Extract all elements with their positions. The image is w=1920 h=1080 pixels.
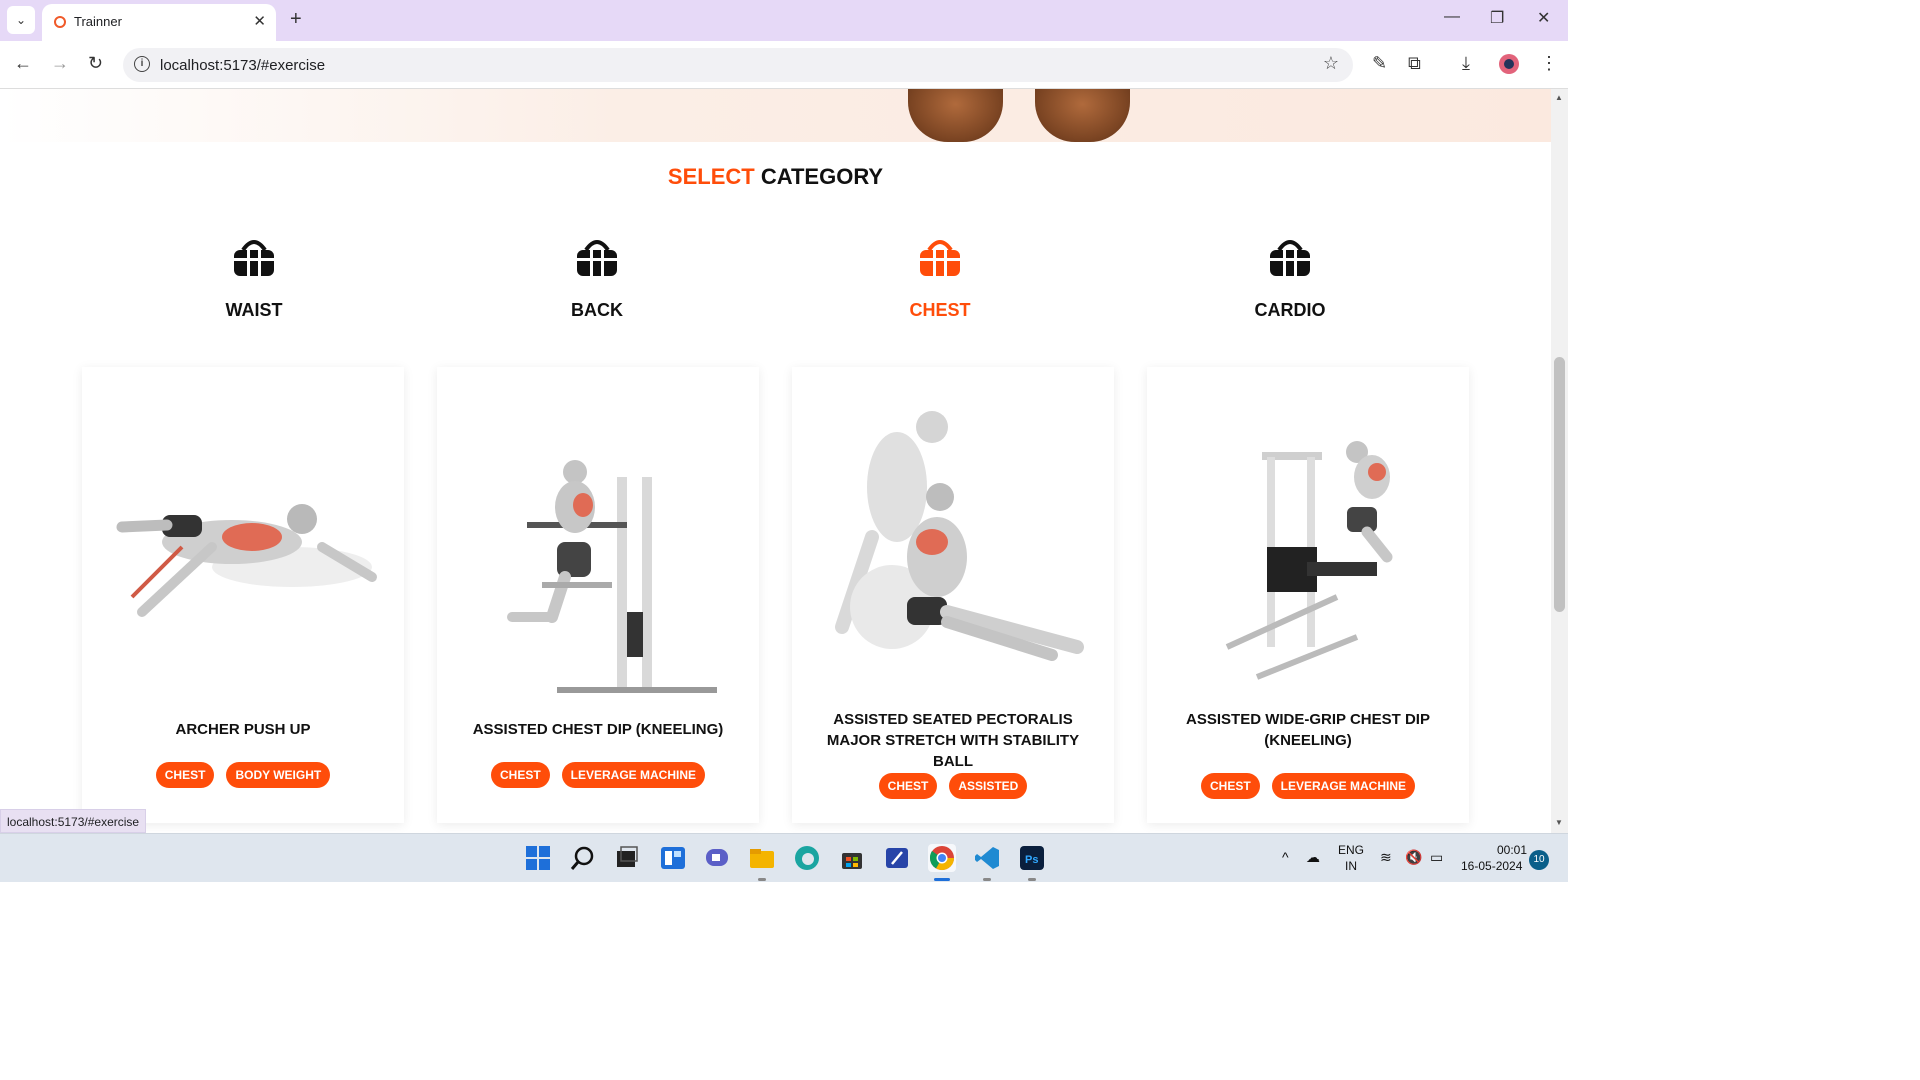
profile-avatar[interactable] <box>1499 54 1519 74</box>
exercise-card[interactable]: ASSISTED SEATED PECTORALIS MAJOR STRETCH… <box>792 367 1114 823</box>
scroll-thumb[interactable] <box>1554 357 1565 612</box>
scroll-up-icon[interactable]: ▲ <box>1555 93 1563 102</box>
category-chest[interactable]: CHEST <box>880 234 1000 321</box>
vscode-icon[interactable] <box>973 844 1001 872</box>
exercise-illustration <box>1225 441 1393 680</box>
extensions-icon[interactable]: ⧉ <box>1408 53 1421 74</box>
teams-chat-icon[interactable] <box>703 844 731 872</box>
exercise-name: ASSISTED WIDE-GRIP CHEST DIP (KNEELING) <box>1186 711 1430 749</box>
bookmark-star-icon[interactable]: ☆ <box>1323 53 1339 74</box>
tag-equipment[interactable]: LEVERAGE MACHINE <box>1271 773 1415 799</box>
address-url[interactable]: localhost:5173/#exercise <box>160 57 325 74</box>
tag-body-part[interactable]: CHEST <box>155 762 215 788</box>
widgets-icon[interactable] <box>659 844 687 872</box>
exercise-tags: CHEST LEVERAGE MACHINE <box>437 762 759 788</box>
exercise-name: ASSISTED SEATED PECTORALIS MAJOR STRETCH… <box>826 711 1080 770</box>
site-info-icon[interactable]: i <box>134 56 150 72</box>
notification-badge[interactable]: 10 <box>1529 850 1549 870</box>
gym-bag-icon <box>1267 234 1313 280</box>
tray-overflow-icon[interactable]: ^ <box>1282 849 1289 865</box>
exercise-illustration <box>507 460 717 693</box>
tag-body-part[interactable]: CHEST <box>1200 773 1260 799</box>
region-indicator[interactable]: IN <box>1345 859 1357 873</box>
close-window-icon[interactable]: ✕ <box>1537 8 1550 28</box>
tab-search-dropdown-icon[interactable]: ⌄ <box>7 6 35 34</box>
exercise-tags: CHEST BODY WEIGHT <box>82 762 404 788</box>
gym-bag-icon <box>231 234 277 280</box>
forward-icon[interactable]: → <box>51 53 69 74</box>
active-indicator <box>934 878 950 881</box>
new-tab-icon[interactable]: + <box>290 8 302 31</box>
restore-icon[interactable]: ❐ <box>1490 8 1504 28</box>
exercise-card[interactable]: ASSISTED WIDE-GRIP CHEST DIP (KNEELING) … <box>1147 367 1469 823</box>
eyedropper-icon[interactable]: ✎ <box>1372 53 1387 74</box>
category-waist[interactable]: WAIST <box>194 234 314 321</box>
exercise-name: ARCHER PUSH UP <box>175 721 311 738</box>
section-title-rest: CATEGORY <box>760 164 884 189</box>
exercise-illustration <box>116 504 377 617</box>
address-bar[interactable]: i localhost:5173/#exercise ☆ <box>123 48 1353 82</box>
exercise-tags: CHEST LEVERAGE MACHINE <box>1147 773 1469 799</box>
category-label: CARDIO <box>1254 300 1326 320</box>
running-indicator <box>758 878 766 881</box>
browser-tab[interactable]: Trainner ✕ <box>42 4 276 41</box>
tag-equipment[interactable]: ASSISTED <box>949 773 1028 799</box>
clock-time[interactable]: 00:01 <box>1497 843 1527 857</box>
section-title-highlight: SELECT <box>667 164 755 189</box>
download-icon[interactable]: ⤓ <box>1462 53 1470 74</box>
exercise-illustration <box>835 411 1084 661</box>
hero-banner-bottom <box>0 89 1551 142</box>
search-icon[interactable] <box>569 844 597 872</box>
svg-text:Ps: Ps <box>1025 854 1038 866</box>
volume-muted-icon[interactable]: 🔇 <box>1405 849 1422 866</box>
wifi-icon[interactable]: ≋ <box>1380 849 1392 866</box>
chrome-icon[interactable] <box>928 844 956 872</box>
store-icon[interactable] <box>838 844 866 872</box>
onedrive-icon[interactable]: ☁ <box>1306 849 1320 866</box>
category-label: BACK <box>571 300 623 320</box>
browser-tab-bar: ⌄ Trainner ✕ + — ❐ ✕ <box>0 0 1568 41</box>
task-view-icon[interactable] <box>613 844 641 872</box>
status-bar-url: localhost:5173/#exercise <box>0 809 147 833</box>
file-explorer-icon[interactable] <box>748 844 776 872</box>
section-title: SELECT CATEGORY <box>0 164 1551 190</box>
hero-leg-left <box>908 89 1003 142</box>
reload-icon[interactable]: ↻ <box>88 53 103 74</box>
page-scrollbar[interactable]: ▲ ▼ <box>1551 89 1568 833</box>
category-cardio[interactable]: CARDIO <box>1230 234 1350 321</box>
hero-leg-right <box>1035 89 1130 142</box>
edge-icon[interactable] <box>793 844 821 872</box>
tag-equipment[interactable]: LEVERAGE MACHINE <box>561 762 705 788</box>
exercise-card[interactable]: ARCHER PUSH UP CHEST BODY WEIGHT <box>82 367 404 823</box>
minimize-icon[interactable]: — <box>1444 8 1460 26</box>
site-favicon-icon <box>54 16 66 28</box>
tag-body-part[interactable]: CHEST <box>490 762 550 788</box>
gym-bag-icon <box>574 234 620 280</box>
language-indicator[interactable]: ENG <box>1338 843 1364 857</box>
menu-kebab-icon[interactable]: ⋮ <box>1540 53 1558 74</box>
page-content: SELECT CATEGORY WAIST BACK CHEST CARDIO <box>0 89 1551 833</box>
category-label: WAIST <box>225 300 283 320</box>
close-tab-icon[interactable]: ✕ <box>253 12 266 30</box>
gym-bag-icon <box>917 234 963 280</box>
battery-icon[interactable]: ▭ <box>1430 849 1443 866</box>
photoshop-icon[interactable]: Ps <box>1018 844 1046 872</box>
category-back[interactable]: BACK <box>537 234 657 321</box>
tab-title: Trainner <box>74 14 122 29</box>
tag-body-part[interactable]: CHEST <box>878 773 938 799</box>
tag-equipment[interactable]: BODY WEIGHT <box>226 762 331 788</box>
pen-app-icon[interactable] <box>883 844 911 872</box>
clock-date[interactable]: 16-05-2024 <box>1461 859 1522 873</box>
back-icon[interactable]: ← <box>14 53 32 74</box>
windows-start-icon[interactable] <box>524 844 552 872</box>
exercise-name: ASSISTED CHEST DIP (KNEELING) <box>472 721 724 738</box>
scroll-down-icon[interactable]: ▼ <box>1555 818 1563 827</box>
category-label: CHEST <box>909 300 971 320</box>
running-indicator <box>1028 878 1036 881</box>
exercise-tags: CHEST ASSISTED <box>792 773 1114 799</box>
browser-toolbar: ← → ↻ i localhost:5173/#exercise ☆ ✎ ⧉ ⤓… <box>0 41 1568 89</box>
running-indicator <box>983 878 991 881</box>
windows-taskbar: Ps ^ ☁ ENG IN ≋ 🔇 ▭ 00:01 16-05-2024 10 <box>0 833 1568 882</box>
exercise-card[interactable]: ASSISTED CHEST DIP (KNEELING) CHEST LEVE… <box>437 367 759 823</box>
